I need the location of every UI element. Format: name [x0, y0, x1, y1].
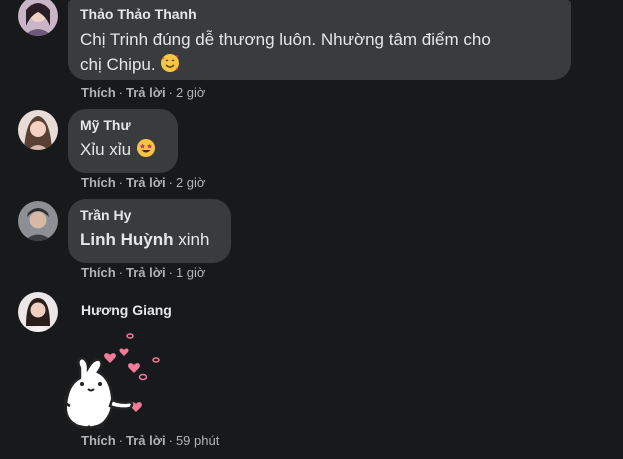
avatar-huong-giang[interactable]	[18, 292, 58, 332]
star-struck-icon	[136, 139, 155, 157]
bunny-sending-hearts-sticker[interactable]	[60, 322, 170, 430]
reply-button[interactable]: Trả lời	[126, 433, 166, 448]
mention-link[interactable]: Linh Huỳnh	[80, 230, 173, 249]
comment-author[interactable]: Thảo Thảo Thanh	[80, 6, 559, 23]
comment-text-line1: Chị Trinh đúng dễ thương luôn. Nhường tâ…	[80, 30, 491, 49]
avatar-tran-hy[interactable]	[18, 201, 58, 241]
reply-button[interactable]: Trả lời	[126, 265, 166, 280]
comment-text: Chị Trinh đúng dễ thương luôn. Nhường tâ…	[80, 27, 559, 77]
comment-text-line2: chị Chipu.	[80, 55, 156, 74]
comment-bubble: Thảo Thảo Thanh Chị Trinh đúng dễ thương…	[68, 0, 571, 80]
like-button[interactable]: Thích	[81, 265, 116, 280]
like-button[interactable]: Thích	[81, 175, 116, 190]
reply-button[interactable]: Trả lời	[126, 85, 166, 100]
comment-time[interactable]: 2 giờ	[176, 175, 206, 190]
comment-time[interactable]: 59 phút	[176, 433, 219, 448]
comment-actions: Thích · Trả lời · 1 giờ	[81, 265, 206, 280]
comment-author[interactable]: Mỹ Thư	[80, 117, 166, 134]
comment-bubble: Mỹ Thư Xỉu xỉu	[68, 109, 178, 173]
comment-actions: Thích · Trả lời · 2 giờ	[81, 85, 206, 100]
reply-button[interactable]: Trả lời	[126, 175, 166, 190]
avatar-my-thu[interactable]	[18, 110, 58, 150]
comment-time[interactable]: 1 giờ	[176, 265, 206, 280]
comment-author[interactable]: Trần Hy	[80, 207, 219, 224]
comment-text: Xỉu xỉu	[80, 137, 166, 162]
comment-bubble: Trần Hy Linh Huỳnh xinh	[68, 199, 231, 263]
like-button[interactable]: Thích	[81, 433, 116, 448]
comment-time[interactable]: 2 giờ	[176, 85, 206, 100]
comment-actions: Thích · Trả lời · 2 giờ	[81, 175, 206, 190]
like-button[interactable]: Thích	[81, 85, 116, 100]
avatar-thao-thao-thanh[interactable]	[18, 0, 58, 36]
comment-author[interactable]: Hương Giang	[81, 302, 172, 318]
comment-text: Linh Huỳnh xinh	[80, 230, 210, 249]
comment-actions: Thích · Trả lời · 59 phút	[81, 433, 220, 448]
smiling-face-with-hearts-icon	[161, 54, 180, 72]
